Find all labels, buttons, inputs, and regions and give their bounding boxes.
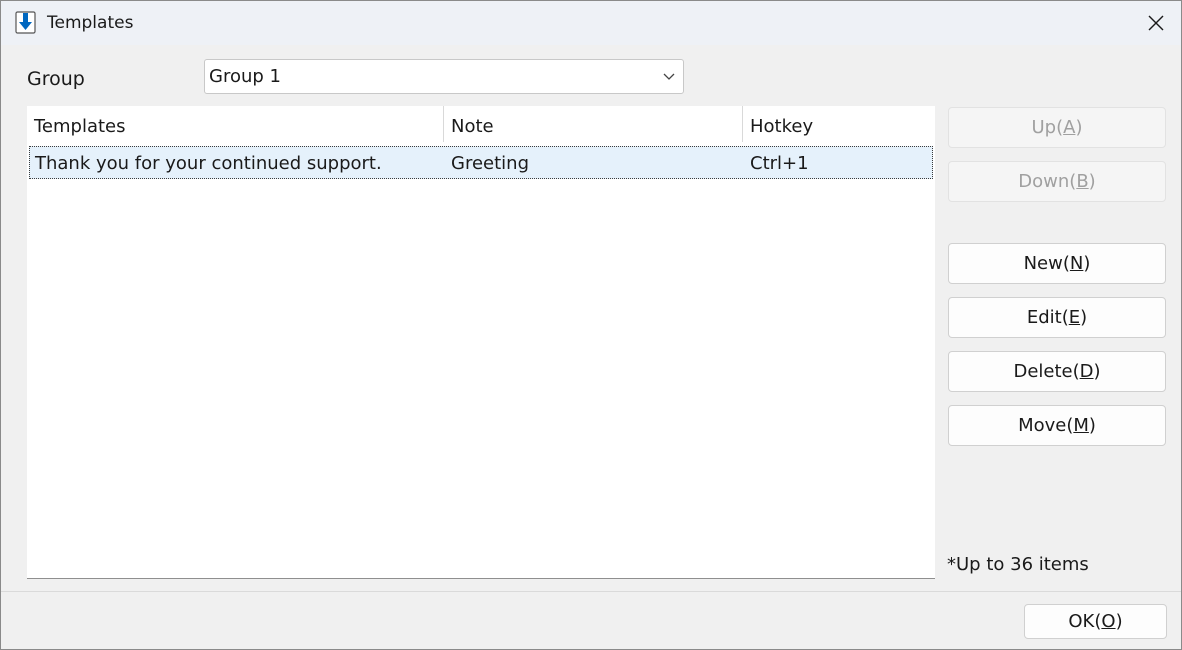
group-select[interactable]: Group 1 <box>204 59 684 94</box>
title-bar: Templates <box>1 1 1181 45</box>
edit-button[interactable]: Edit(E) <box>948 297 1166 338</box>
group-label: Group <box>27 68 85 90</box>
down-button[interactable]: Down(B) <box>948 161 1166 202</box>
button-accelerator: A <box>1063 117 1076 138</box>
button-label: OK( <box>1068 611 1102 632</box>
column-header-hotkey[interactable]: Hotkey <box>743 106 935 142</box>
button-label-end: ) <box>1088 415 1096 436</box>
button-label-end: ) <box>1115 611 1123 632</box>
button-label: Edit( <box>1026 307 1069 328</box>
ok-button[interactable]: OK(O) <box>1024 604 1167 639</box>
new-button[interactable]: New(N) <box>948 243 1166 284</box>
column-header-label: Note <box>451 116 494 137</box>
button-label-end: ) <box>1083 253 1091 274</box>
button-accelerator: E <box>1068 307 1081 328</box>
button-label-end: ) <box>1093 361 1101 382</box>
close-icon <box>1148 15 1164 31</box>
button-accelerator: D <box>1079 361 1094 382</box>
button-label-end: ) <box>1075 117 1083 138</box>
group-select-value: Group 1 <box>209 66 281 87</box>
templates-dialog: Templates Group Group 1 Templates Note H… <box>0 0 1182 650</box>
column-header-label: Templates <box>34 116 126 137</box>
button-label: Delete( <box>1013 361 1080 382</box>
column-header-templates[interactable]: Templates <box>27 106 443 142</box>
column-header-label: Hotkey <box>750 116 814 137</box>
templates-list[interactable]: Templates Note Hotkey Thank you for your… <box>27 106 935 579</box>
move-button[interactable]: Move(M) <box>948 405 1166 446</box>
cell-template: Thank you for your continued support. <box>35 153 382 174</box>
cell-hotkey: Ctrl+1 <box>750 153 809 174</box>
button-label: Up( <box>1031 117 1064 138</box>
button-accelerator: M <box>1073 415 1089 436</box>
button-label: Down( <box>1018 171 1077 192</box>
button-accelerator: O <box>1101 611 1116 632</box>
button-label-end: ) <box>1088 171 1096 192</box>
button-accelerator: N <box>1069 253 1084 274</box>
close-button[interactable] <box>1133 1 1179 45</box>
button-accelerator: B <box>1076 171 1089 192</box>
list-header: Templates Note Hotkey <box>27 106 935 142</box>
up-button[interactable]: Up(A) <box>948 107 1166 148</box>
button-label-end: ) <box>1080 307 1088 328</box>
item-limit-note: *Up to 36 items <box>947 554 1089 575</box>
delete-button[interactable]: Delete(D) <box>948 351 1166 392</box>
cell-note: Greeting <box>451 153 529 174</box>
window-title: Templates <box>47 13 134 33</box>
button-label: Move( <box>1018 415 1074 436</box>
button-label: New( <box>1023 253 1070 274</box>
download-arrow-icon <box>15 11 36 34</box>
table-row[interactable]: Thank you for your continued support. Gr… <box>29 146 933 179</box>
footer-divider <box>1 591 1181 592</box>
chevron-down-icon <box>663 73 675 80</box>
column-header-note[interactable]: Note <box>444 106 742 142</box>
